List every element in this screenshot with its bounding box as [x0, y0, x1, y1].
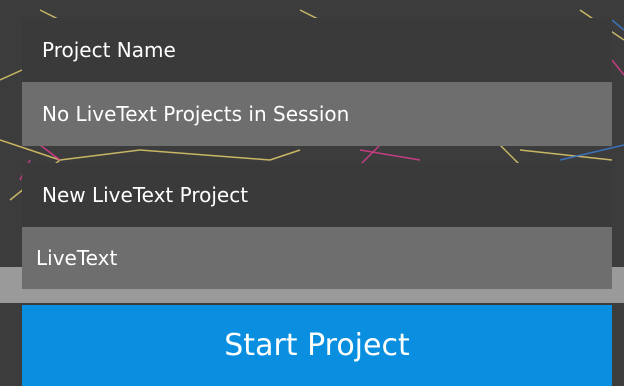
new-project-name-input[interactable] — [22, 227, 612, 289]
new-project-section: New LiveText Project — [22, 163, 612, 289]
project-name-header: Project Name — [22, 18, 612, 82]
existing-projects-field[interactable]: No LiveText Projects in Session — [22, 82, 612, 146]
project-name-section: Project Name No LiveText Projects in Ses… — [22, 18, 612, 146]
start-project-button[interactable]: Start Project — [22, 305, 612, 386]
new-project-header: New LiveText Project — [22, 163, 612, 227]
